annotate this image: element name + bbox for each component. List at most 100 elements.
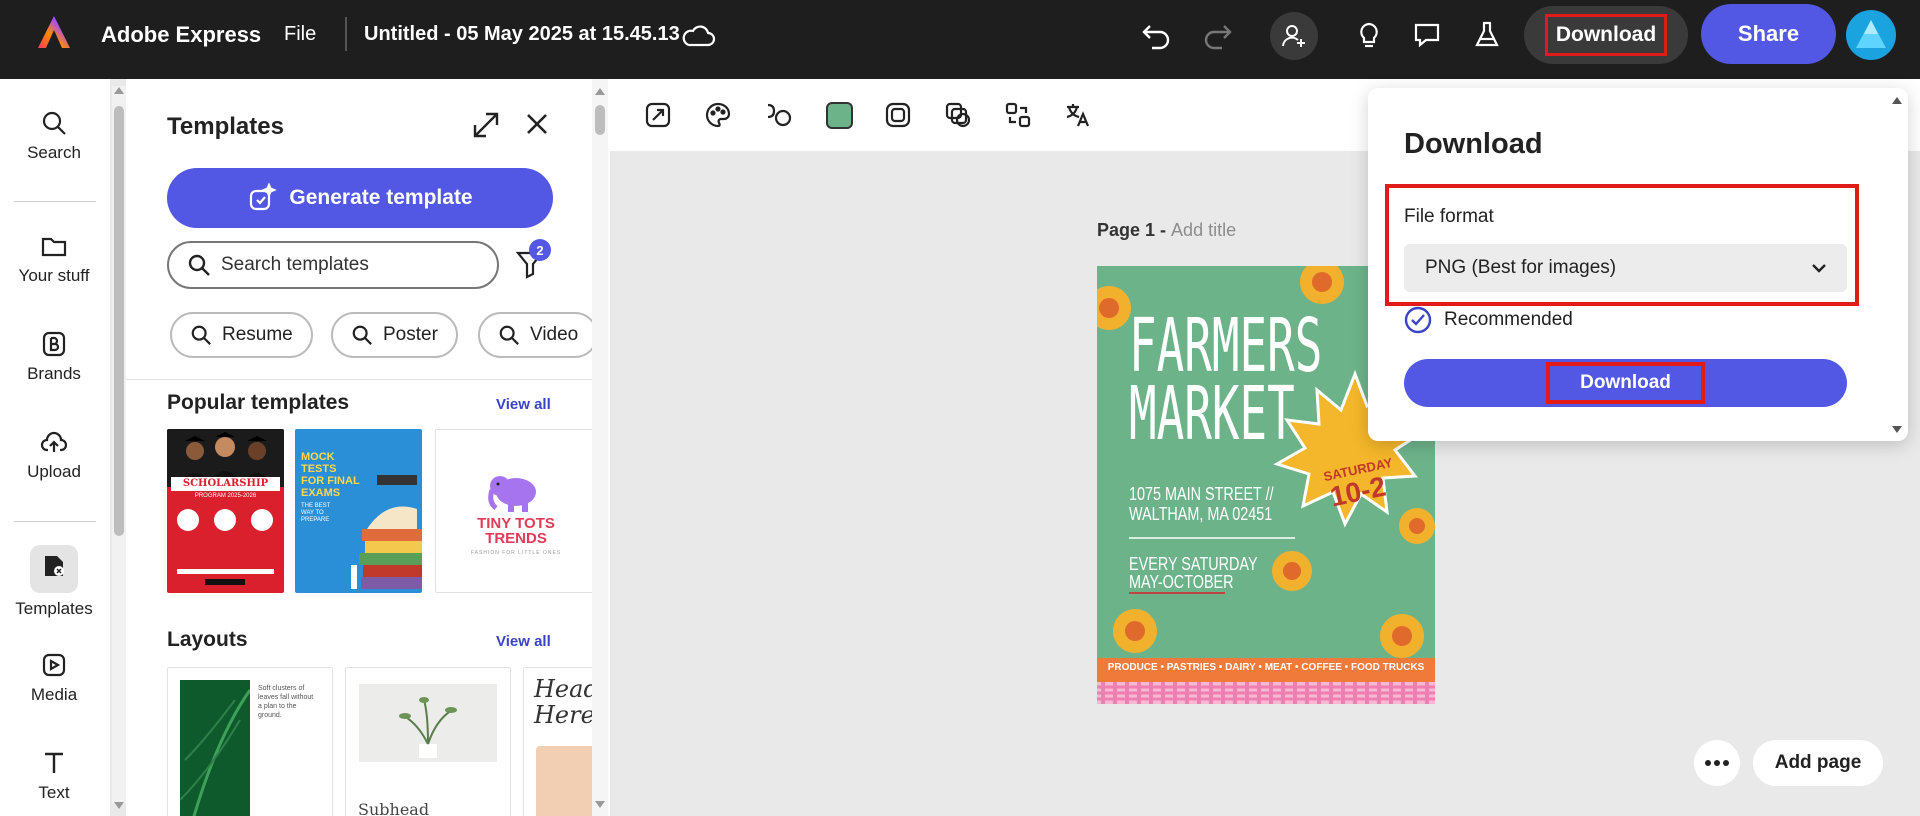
rail-scrollbar[interactable] [112,86,126,804]
templates-panel: Templates Generate template Search templ… [126,79,610,816]
close-icon[interactable] [524,111,550,137]
template-thumb-scholarship[interactable]: SCHOLARSHIP PROGRAM 2025-2026 [167,429,284,593]
panel-scrollbar[interactable] [592,79,608,816]
filter-count-badge: 2 [529,239,551,261]
more-options-button[interactable] [1694,740,1740,786]
download-confirm-button[interactable]: Download [1404,359,1847,407]
rail-scrollbar-thumb[interactable] [114,106,124,536]
expand-icon[interactable] [470,109,502,141]
rail-item-upload[interactable]: Upload [0,428,108,482]
chevron-down-icon [1812,264,1826,273]
thumb-mock-subtitle: THE BEST WAY TO PREPARE [301,503,331,523]
checkmark-circle-icon [1404,306,1432,334]
thumb-line [205,579,245,585]
redo-icon[interactable] [1200,18,1234,52]
recommended-label: Recommended [1444,309,1573,330]
recommended-row: Recommended [1404,306,1573,334]
search-templates-placeholder: Search templates [221,254,369,275]
upload-icon [40,431,68,452]
thumb-tiny-title: TINY TOTS TRENDS [477,515,555,547]
thumb-scholarship-subtitle: PROGRAM 2025-2026 [194,493,257,499]
layout-thumb-headline[interactable]: Head Here. [523,667,597,816]
comment-icon[interactable] [1412,20,1442,50]
popover-scroll-up-icon[interactable] [1890,94,1904,106]
template-thumb-tiny-tots[interactable]: TINY TOTS TRENDS FASHION FOR LITTLE ONES [435,429,595,593]
file-format-select[interactable]: PNG (Best for images) [1404,244,1847,292]
fill-color-swatch[interactable] [826,102,853,129]
layouts-title: Layouts [167,628,248,651]
adobe-express-logo-icon[interactable] [36,14,72,50]
rail-scroll-down-icon[interactable] [112,800,126,812]
magic-resize-icon[interactable] [644,101,672,129]
templates-active-bg [30,545,78,593]
flyer-address-line1: 1075 MAIN STREET // [1129,484,1274,504]
panel-scroll-down-icon[interactable] [593,799,607,811]
plant-image-icon [359,684,497,762]
thumb-line [177,569,274,574]
download-button-top[interactable]: Download [1524,6,1688,64]
rail-item-brands[interactable]: Brands [0,330,108,384]
brand-icon [42,331,66,357]
rail-item-media[interactable]: Media [0,651,108,705]
rail-item-templates-label: Templates [15,599,93,618]
avatar-logo-icon [1856,20,1886,48]
chip-video-label: Video [530,324,579,345]
layout-thumb-plant[interactable]: Subhead [345,667,511,816]
chip-resume-label: Resume [222,324,293,345]
chip-poster[interactable]: Poster [331,312,458,358]
flyer-title-line2: MARKET [1129,371,1295,457]
popular-view-all-link[interactable]: View all [496,396,551,413]
add-title-link[interactable]: Add title [1171,220,1236,240]
left-rail: Search Your stuff Brands Upload Template… [0,79,110,816]
text-icon [45,752,63,773]
search-templates-input[interactable]: Search templates [167,241,499,289]
image-frame-icon[interactable] [884,101,912,129]
rail-scroll-up-icon[interactable] [112,84,126,96]
download-button-top-label: Download [1544,14,1668,56]
panel-divider [126,379,596,380]
layout-headline-swatch [536,746,596,816]
layout-headline-text: Head Here. [534,675,597,729]
thumb-scholarship-title: SCHOLARSHIP [171,477,280,491]
document-title[interactable]: Untitled - 05 May 2025 at 15.45.13 [364,23,680,46]
generate-template-button[interactable]: Generate template [167,168,553,228]
replace-icon[interactable] [1004,101,1032,129]
popover-scroll-down-icon[interactable] [1890,424,1904,436]
rail-divider [14,201,96,202]
add-page-button[interactable]: Add page [1753,740,1883,786]
lightbulb-icon[interactable] [1354,20,1384,50]
leaf-image-icon [180,680,250,816]
file-menu[interactable]: File [284,23,316,46]
avatar[interactable] [1846,10,1896,60]
share-button[interactable]: Share [1701,4,1836,64]
more-icon [1705,760,1729,766]
panel-scrollbar-thumb[interactable] [595,105,605,135]
layout-thumb-leaves[interactable]: Soft clusters of leaves fall without a p… [167,667,333,816]
books-image-icon [351,475,422,589]
panel-scroll-up-icon[interactable] [593,85,607,97]
rail-item-text[interactable]: Text [0,749,108,803]
rail-item-templates[interactable]: Templates [0,545,108,619]
translate-icon[interactable] [1064,101,1092,129]
invite-button[interactable] [1270,12,1318,60]
chip-resume[interactable]: Resume [170,312,313,358]
rail-item-your-stuff[interactable]: Your stuff [0,232,108,286]
layouts-view-all-link[interactable]: View all [496,633,551,650]
rail-item-search-label: Search [27,143,81,162]
download-confirm-label: Download [1546,362,1705,404]
thumb-circle [177,509,199,531]
palette-icon[interactable] [704,101,732,129]
undo-icon[interactable] [1140,18,1174,52]
flyer-footer-text: PRODUCE • PASTRIES • DAIRY • MEAT • COFF… [1107,662,1425,673]
shapes-icon[interactable] [764,101,792,129]
cloud-icon[interactable] [680,18,716,54]
flask-icon[interactable] [1472,20,1502,50]
folder-icon [41,237,67,257]
elephant-icon [488,476,536,512]
layers-icon[interactable] [944,101,972,129]
add-person-icon [1282,25,1305,47]
thumb-circle [251,509,273,531]
rail-item-search[interactable]: Search [0,109,108,163]
template-thumb-mock-tests[interactable]: MOCK TESTS FOR FINAL EXAMS THE BEST WAY … [295,429,422,593]
chip-video[interactable]: Video [478,312,599,358]
